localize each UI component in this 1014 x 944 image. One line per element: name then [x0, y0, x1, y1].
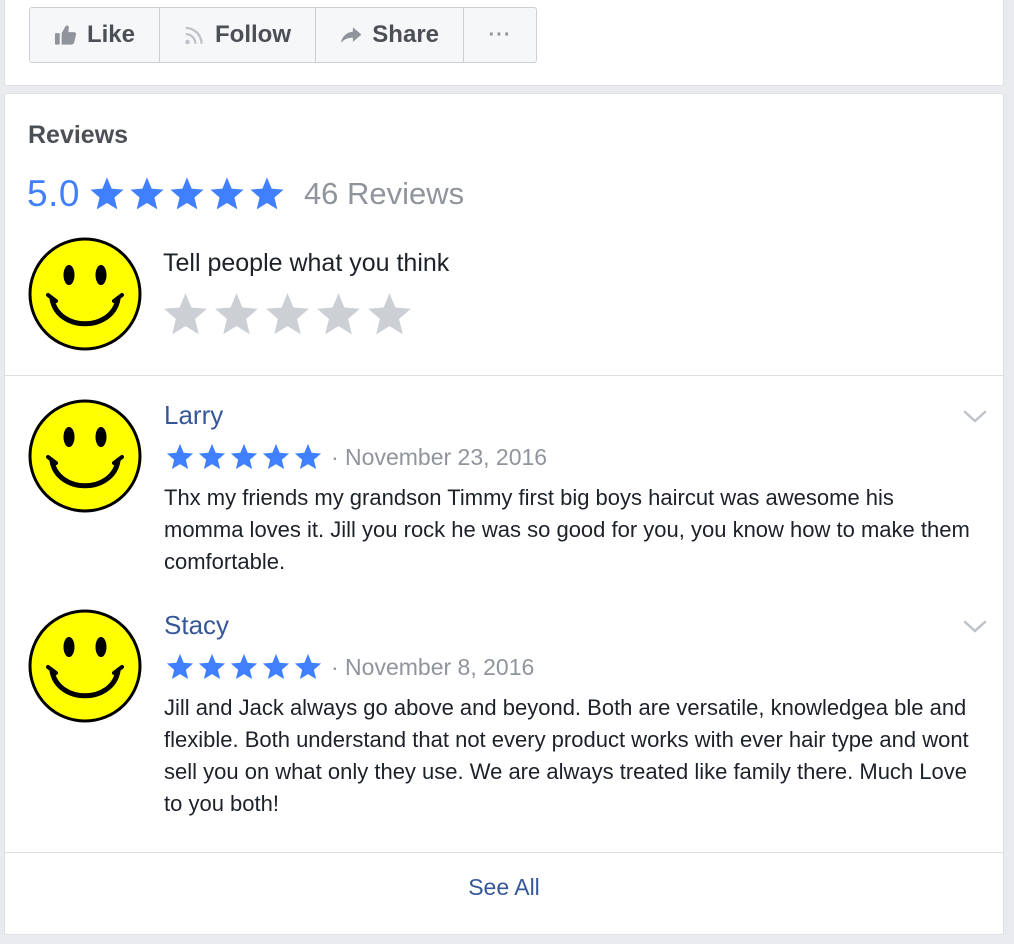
more-button[interactable]: ···: [464, 8, 536, 62]
average-rating: 5.0 46 Reviews: [27, 172, 464, 216]
star-filled-icon: [90, 177, 124, 210]
divider: [5, 852, 1003, 853]
star-filled-icon: [230, 653, 258, 680]
divider: [5, 375, 1003, 376]
follow-label: Follow: [215, 21, 291, 48]
rating-score: 5.0: [27, 173, 80, 214]
action-bar: Like Follow Share ···: [29, 7, 537, 63]
rating-stars: [88, 175, 286, 213]
review-meta: · November 8, 2016: [165, 652, 534, 682]
compose-prompt[interactable]: Tell people what you think: [163, 249, 449, 278]
review-stars: [165, 442, 323, 472]
star-filled-icon: [170, 177, 204, 210]
star-filled-icon: [198, 653, 226, 680]
reviews-card: Reviews 5.0 46 Reviews Tell people what …: [4, 93, 1004, 935]
review-stars: [165, 652, 323, 682]
thumbs-up-icon: [54, 25, 77, 45]
review-date-link[interactable]: · November 23, 2016: [331, 444, 547, 471]
smiley-face-icon: [28, 237, 142, 351]
star-filled-icon: [166, 443, 194, 470]
more-dots-icon: ···: [488, 23, 512, 46]
star-filled-icon: [198, 443, 226, 470]
rss-feed-icon: [185, 26, 203, 45]
like-button[interactable]: Like: [30, 8, 160, 62]
star-filled-icon: [250, 177, 284, 210]
star-filled-icon: [294, 443, 322, 470]
star-filled-icon: [166, 653, 194, 680]
star-filled-icon: [230, 443, 258, 470]
share-label: Share: [372, 21, 439, 48]
reviews-count-link[interactable]: 46 Reviews: [304, 176, 464, 212]
star-filled-icon: [262, 653, 290, 680]
share-button[interactable]: Share: [316, 8, 464, 62]
star-filled-icon: [262, 443, 290, 470]
chevron-down-icon[interactable]: [962, 408, 988, 426]
smiley-face-icon: [28, 399, 142, 513]
review-author-link[interactable]: Larry: [164, 400, 223, 431]
review-text: Thx my friends my grandson Timmy first b…: [164, 485, 970, 574]
star-filled-icon: [130, 177, 164, 210]
review-date-link[interactable]: · November 8, 2016: [331, 654, 534, 681]
star-empty-icon[interactable]: [161, 290, 210, 339]
share-arrow-icon: [340, 27, 362, 43]
star-filled-icon: [210, 177, 244, 210]
star-filled-icon: [294, 653, 322, 680]
compose-star-rating[interactable]: [161, 290, 414, 339]
star-empty-icon[interactable]: [365, 290, 414, 339]
smiley-face-icon: [28, 609, 142, 723]
follow-button[interactable]: Follow: [160, 8, 316, 62]
chevron-down-icon[interactable]: [962, 618, 988, 636]
page-actions-card: Like Follow Share ···: [4, 0, 1004, 86]
star-empty-icon[interactable]: [263, 290, 312, 339]
review-text: Jill and Jack always go above and beyond…: [164, 695, 969, 816]
review-author-link[interactable]: Stacy: [164, 610, 229, 641]
review-meta: · November 23, 2016: [165, 442, 547, 472]
like-label: Like: [86, 21, 135, 48]
star-empty-icon[interactable]: [212, 290, 261, 339]
star-empty-icon[interactable]: [314, 290, 363, 339]
see-all-link[interactable]: See All: [5, 874, 1003, 901]
reviews-heading: Reviews: [28, 121, 129, 149]
